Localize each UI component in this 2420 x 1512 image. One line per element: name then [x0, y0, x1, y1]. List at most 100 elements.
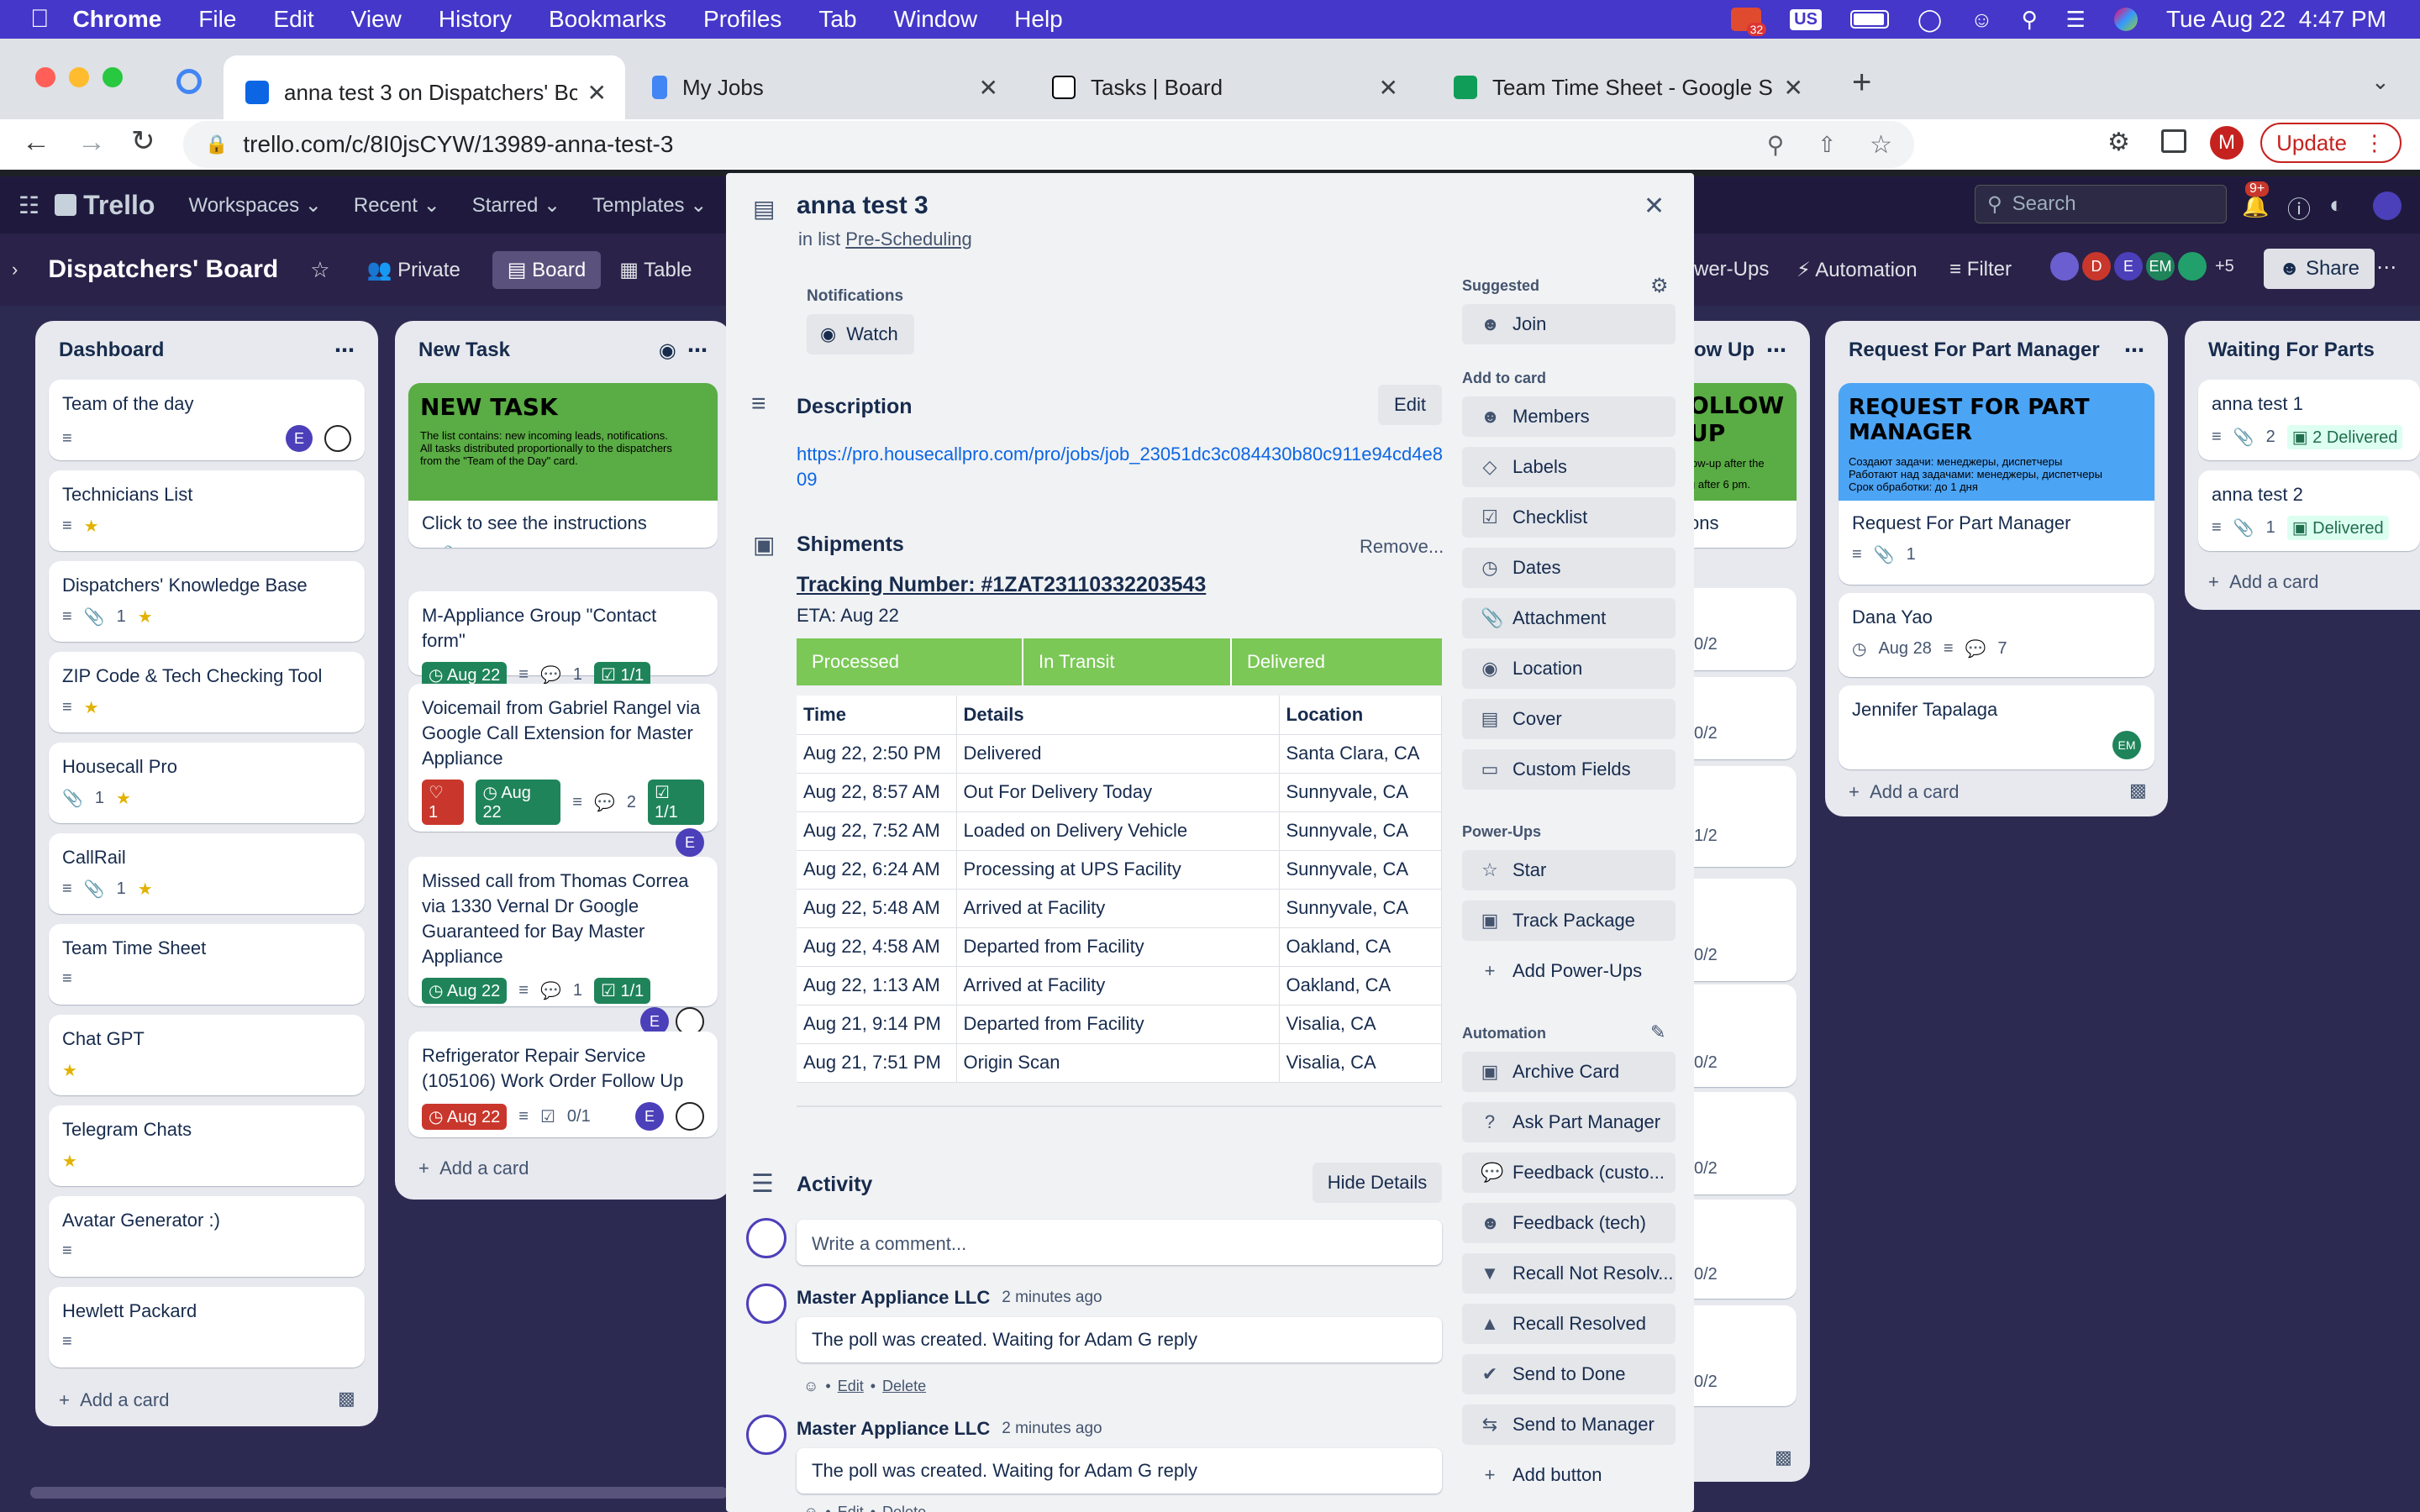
apple-icon[interactable]:  — [30, 5, 50, 34]
card-hewlett-packard[interactable]: Hewlett Packard ≡ — [49, 1287, 365, 1368]
list-title[interactable]: Dashboard — [59, 339, 164, 362]
card-missed-call-thomas-correa[interactable]: Missed call from Thomas Correa via 1330 … — [408, 857, 718, 1036]
menu-profiles[interactable]: Profiles — [703, 6, 781, 33]
tab-close-icon[interactable]: ✕ — [587, 79, 607, 107]
edit-comment-link[interactable]: Edit — [838, 1504, 864, 1512]
nav-templates[interactable]: Templates ⌄ — [592, 193, 707, 218]
forward-arrow-icon[interactable]: → — [77, 126, 106, 159]
clock-datetime[interactable]: Tue Aug 22 4:47 PM — [2166, 6, 2386, 33]
list-title[interactable]: Request For Part Manager — [1849, 339, 2100, 362]
board-members[interactable]: D E EM +5 — [2050, 252, 2234, 281]
tab-team-time-sheet[interactable]: Team Time Sheet - Google She ✕ — [1432, 60, 1822, 114]
list-title[interactable]: ow Up — [1694, 339, 1754, 362]
add-a-card-button[interactable]: + Add a card — [59, 1389, 169, 1411]
card-template-icon[interactable]: ▩ — [1775, 1446, 1792, 1468]
member-avatar[interactable] — [676, 1102, 704, 1131]
member-avatar[interactable]: E — [635, 1102, 664, 1131]
add-a-card-button[interactable]: + Add a card — [1849, 781, 1959, 803]
feedback-tech-button[interactable]: ☻ Feedback (tech) — [1462, 1203, 1676, 1243]
board-menu-icon[interactable]: ⋯ — [2376, 255, 2396, 280]
nav-starred[interactable]: Starred ⌄ — [472, 193, 560, 218]
send-to-manager-button[interactable]: ⇆ Send to Manager — [1462, 1404, 1676, 1445]
card-title[interactable]: anna test 3 — [797, 192, 929, 220]
send-to-done-button[interactable]: ✔ Send to Done — [1462, 1354, 1676, 1394]
update-button[interactable]: Update ⋮ — [2260, 123, 2402, 163]
card-dispatchers-knowledge-base[interactable]: Dispatchers' Knowledge Base ≡ 📎 1 ★ — [49, 561, 365, 642]
card-template-icon[interactable]: ▩ — [338, 1388, 355, 1410]
bookmark-star-icon[interactable]: ☆ — [1870, 130, 1892, 160]
card-new-task-cover[interactable]: NEW TASK The list contains: new incoming… — [408, 383, 718, 548]
member-avatar[interactable]: EM — [2112, 731, 2141, 759]
card-telegram-chats[interactable]: Telegram Chats ★ — [49, 1105, 365, 1186]
board-name[interactable]: Dispatchers' Board — [48, 255, 278, 284]
card-anna-test-1[interactable]: anna test 1 ≡ 📎 2 ▣ 2 Delivered — [2198, 380, 2420, 460]
labels-button[interactable]: ◇ Labels — [1462, 447, 1676, 487]
battery-icon[interactable] — [1849, 10, 1889, 29]
member-avatar[interactable] — [2050, 252, 2079, 281]
dates-button[interactable]: ◷ Dates — [1462, 548, 1676, 588]
menu-tab[interactable]: Tab — [818, 6, 856, 33]
new-tab-button[interactable]: + — [1852, 64, 1871, 102]
card-dana-yao[interactable]: Dana Yao ◷ Aug 28 ≡ 💬 7 — [1839, 593, 2154, 677]
powerups-button[interactable]: wer-Ups — [1694, 258, 1769, 281]
menu-bookmarks[interactable]: Bookmarks — [549, 6, 666, 33]
zoom-icon[interactable]: ⚲ — [1767, 131, 1785, 159]
list-menu-icon[interactable]: ◉ ⋯ — [659, 339, 708, 363]
tab-my-jobs[interactable]: My Jobs ✕ — [630, 60, 1017, 114]
join-button[interactable]: ☻ Join — [1462, 304, 1676, 344]
list-title[interactable]: New Task — [418, 339, 510, 362]
input-source[interactable]: US — [1790, 8, 1822, 30]
close-icon[interactable]: ✕ — [1644, 192, 1665, 221]
delete-comment-link[interactable]: Delete — [882, 1504, 926, 1512]
nav-workspaces[interactable]: Workspaces ⌄ — [188, 193, 321, 218]
card-avatar-generator[interactable]: Avatar Generator :) ≡ — [49, 1196, 365, 1277]
add-a-card-button[interactable]: + Add a card — [2208, 571, 2318, 593]
delete-comment-link[interactable]: Delete — [882, 1378, 926, 1395]
user-icon[interactable]: ☺ — [1970, 7, 1993, 33]
card-housecall-pro[interactable]: Housecall Pro 📎 1 ★ — [49, 743, 365, 823]
address-bar[interactable]: 🔒 trello.com/c/8I0jsCYW/13989-anna-test-… — [183, 121, 1914, 168]
card-technicians-list[interactable]: Technicians List ≡ ★ — [49, 470, 365, 551]
window-close-button[interactable] — [35, 67, 55, 87]
card-template-icon[interactable]: ▩ — [2129, 780, 2147, 801]
pencil-icon[interactable]: ✎ — [1650, 1021, 1665, 1043]
checklist-button[interactable]: ☑ Checklist — [1462, 497, 1676, 538]
siri-icon[interactable] — [2113, 8, 2138, 31]
member-avatar[interactable]: EM — [2146, 252, 2175, 281]
activity-time[interactable]: 2 minutes ago — [1002, 1289, 1102, 1307]
members-button[interactable]: ☻ Members — [1462, 396, 1676, 437]
menu-help[interactable]: Help — [1014, 6, 1063, 33]
list-title[interactable]: Waiting For Parts — [2208, 339, 2375, 362]
tray-app-badge-icon[interactable]: 32 — [1731, 8, 1767, 36]
card-zip-code-tech-checking-tool[interactable]: ZIP Code & Tech Checking Tool ≡ ★ — [49, 652, 365, 732]
member-avatar[interactable] — [2178, 252, 2207, 281]
extensions-puzzle-icon[interactable]: ⚙ — [2107, 128, 2130, 157]
tab-tasks-board[interactable]: Tasks | Board ✕ — [1030, 60, 1417, 114]
add-button-button[interactable]: + Add button — [1462, 1455, 1676, 1495]
app-switcher-icon[interactable]: ☷ — [18, 192, 39, 219]
share-page-icon[interactable]: ⇧ — [1818, 132, 1836, 158]
card-m-appliance-contact-form[interactable]: M-Appliance Group "Contact form" ◷ Aug 22… — [408, 591, 718, 688]
menu-view[interactable]: View — [351, 6, 402, 33]
card-team-time-sheet[interactable]: Team Time Sheet ≡ — [49, 924, 365, 1005]
board-star-icon[interactable]: ☆ — [310, 257, 329, 283]
track-package-button[interactable]: ▣ Track Package — [1462, 900, 1676, 941]
location-button[interactable]: ◉ Location — [1462, 648, 1676, 689]
activity-author[interactable]: Master Appliance LLC — [797, 1418, 990, 1440]
member-avatar[interactable] — [324, 425, 351, 452]
watch-button[interactable]: ◉ Watch — [807, 314, 914, 354]
cover-button[interactable]: ▤ Cover — [1462, 699, 1676, 739]
tab-search-icon[interactable] — [176, 69, 202, 94]
custom-fields-button[interactable]: ▭ Custom Fields — [1462, 749, 1676, 790]
control-center-icon[interactable]: ☰ — [2066, 7, 2086, 33]
member-avatar[interactable]: E — [2114, 252, 2143, 281]
card-callrail[interactable]: CallRail ≡ 📎 1 ★ — [49, 833, 365, 914]
due-date-badge[interactable]: ◷ Aug 22 — [422, 978, 508, 1004]
card-jennifer-tapalaga[interactable]: Jennifer Tapalaga EM — [1839, 685, 2154, 769]
menu-edit[interactable]: Edit — [273, 6, 313, 33]
menu-window[interactable]: Window — [894, 6, 978, 33]
sidebar-expand-icon[interactable]: › — [12, 259, 18, 281]
tab-close-icon[interactable]: ✕ — [1379, 74, 1398, 102]
spotlight-search-icon[interactable]: ⚲ — [2022, 7, 2038, 33]
profile-avatar[interactable]: M — [2210, 126, 2244, 160]
